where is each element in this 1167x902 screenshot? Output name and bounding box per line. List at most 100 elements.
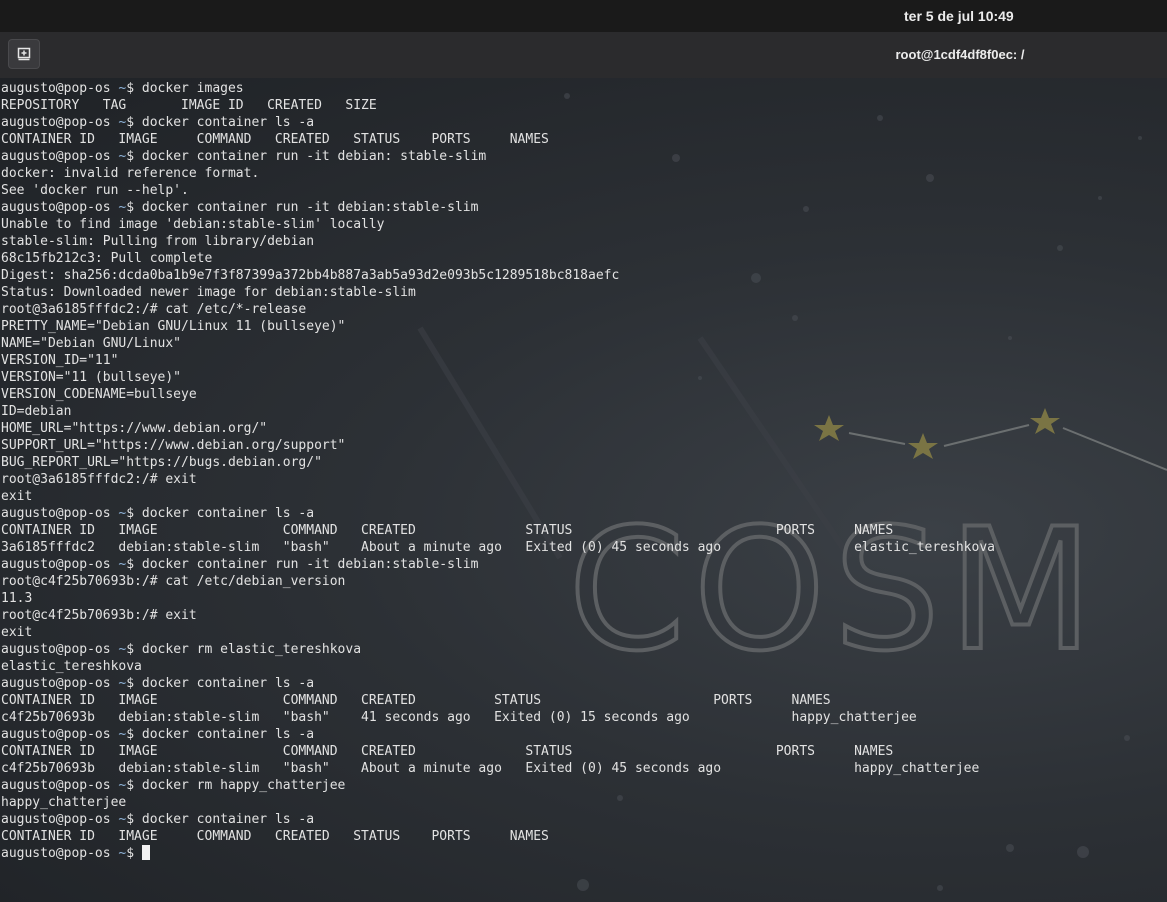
prompt-symbol: $	[126, 642, 135, 657]
output-text: docker: invalid reference format.	[1, 166, 260, 181]
prompt-symbol: $	[126, 81, 135, 96]
prompt-symbol: $	[126, 506, 135, 521]
command-text: docker container ls -a	[141, 727, 315, 742]
prompt-user-host: augusto@pop-os	[1, 557, 111, 572]
terminal-output-line: stable-slim: Pulling from library/debian	[1, 233, 995, 250]
prompt-user-host: augusto@pop-os	[1, 115, 111, 130]
terminal-output-line: CONTAINER ID IMAGE COMMAND CREATED STATU…	[1, 131, 995, 148]
text-cursor	[141, 845, 150, 860]
command-text: docker container ls -a	[141, 115, 315, 130]
command-text: docker images	[141, 81, 244, 96]
prompt-user-host: augusto@pop-os	[1, 846, 111, 861]
prompt-symbol: $	[126, 149, 135, 164]
new-tab-button[interactable]	[8, 39, 40, 69]
output-text: root@3a6185fffdc2:/# cat /etc/*-release	[1, 302, 307, 317]
prompt-symbol: $	[126, 115, 135, 130]
terminal-output-line: Unable to find image 'debian:stable-slim…	[1, 216, 995, 233]
terminal-output-line: VERSION="11 (bullseye)"	[1, 369, 995, 386]
terminal-output-line: CONTAINER ID IMAGE COMMAND CREATED STATU…	[1, 692, 995, 709]
output-text: HOME_URL="https://www.debian.org/"	[1, 421, 268, 436]
prompt-symbol: $	[126, 812, 135, 827]
output-text: ID=debian	[1, 404, 72, 419]
prompt-user-host: augusto@pop-os	[1, 149, 111, 164]
terminal-output-line: REPOSITORY TAG IMAGE ID CREATED SIZE	[1, 97, 995, 114]
output-text: REPOSITORY TAG IMAGE ID CREATED SIZE	[1, 98, 377, 113]
prompt-user-host: augusto@pop-os	[1, 778, 111, 793]
prompt-user-host: augusto@pop-os	[1, 812, 111, 827]
output-text: happy_chatterjee	[1, 795, 127, 810]
terminal-output-line: CONTAINER ID IMAGE COMMAND CREATED STATU…	[1, 743, 995, 760]
clock[interactable]: ter 5 de jul 10:49	[904, 8, 1014, 24]
command-text: docker rm happy_chatterjee	[141, 778, 346, 793]
output-text: c4f25b70693b debian:stable-slim "bash" 4…	[1, 710, 917, 725]
terminal-output-line: exit	[1, 624, 995, 641]
prompt-user-host: augusto@pop-os	[1, 506, 111, 521]
output-text: CONTAINER ID IMAGE COMMAND CREATED STATU…	[1, 693, 831, 708]
terminal-command-line: augusto@pop-os ~$	[1, 845, 995, 862]
terminal-lines: augusto@pop-os ~$ docker images REPOSITOR…	[1, 80, 995, 862]
prompt-user-host: augusto@pop-os	[1, 727, 111, 742]
output-text: PRETTY_NAME="Debian GNU/Linux 11 (bullse…	[1, 319, 346, 334]
terminal-output-line: exit	[1, 488, 995, 505]
terminal-output-line: Digest: sha256:dcda0ba1b9e7f3f87399a372b…	[1, 267, 995, 284]
prompt-symbol: $	[126, 778, 135, 793]
terminal-output-line: 68c15fb212c3: Pull complete	[1, 250, 995, 267]
terminal-output-line: docker: invalid reference format.	[1, 165, 995, 182]
output-text: elastic_tereshkova	[1, 659, 142, 674]
terminal-command-line: augusto@pop-os ~$ docker container ls -a	[1, 811, 995, 828]
output-text: exit	[1, 625, 33, 640]
terminal-command-line: augusto@pop-os ~$ docker container ls -a	[1, 114, 995, 131]
terminal-command-line: augusto@pop-os ~$ docker container run -…	[1, 148, 995, 165]
terminal-output-line: SUPPORT_URL="https://www.debian.org/supp…	[1, 437, 995, 454]
output-text: BUG_REPORT_URL="https://bugs.debian.org/…	[1, 455, 322, 470]
terminal-output-line: CONTAINER ID IMAGE COMMAND CREATED STATU…	[1, 828, 995, 845]
output-text: Unable to find image 'debian:stable-slim…	[1, 217, 385, 232]
output-text: 68c15fb212c3: Pull complete	[1, 251, 213, 266]
terminal-command-line: augusto@pop-os ~$ docker rm happy_chatte…	[1, 777, 995, 794]
output-text: 11.3	[1, 591, 33, 606]
terminal-output-line: HOME_URL="https://www.debian.org/"	[1, 420, 995, 437]
terminal-output-line: See 'docker run --help'.	[1, 182, 995, 199]
output-text: CONTAINER ID IMAGE COMMAND CREATED STATU…	[1, 523, 894, 538]
prompt-user-host: augusto@pop-os	[1, 81, 111, 96]
command-text: docker container run -it debian:stable-s…	[141, 557, 479, 572]
terminal-output-line: VERSION_CODENAME=bullseye	[1, 386, 995, 403]
prompt-symbol: $	[126, 557, 135, 572]
output-text: VERSION="11 (bullseye)"	[1, 370, 182, 385]
terminal-title-bar: root@1cdf4df8f0ec: /	[0, 32, 1167, 79]
output-text: c4f25b70693b debian:stable-slim "bash" A…	[1, 761, 980, 776]
prompt-symbol: $	[126, 200, 135, 215]
command-text: docker container run -it debian:stable-s…	[141, 200, 479, 215]
prompt-symbol: $	[126, 846, 135, 861]
output-text: CONTAINER ID IMAGE COMMAND CREATED STATU…	[1, 744, 894, 759]
command-text: docker container ls -a	[141, 506, 315, 521]
output-text: root@3a6185fffdc2:/# exit	[1, 472, 197, 487]
window-title: root@1cdf4df8f0ec: /	[895, 47, 1025, 62]
terminal-output-line: 3a6185fffdc2 debian:stable-slim "bash" A…	[1, 539, 995, 556]
output-text: Digest: sha256:dcda0ba1b9e7f3f87399a372b…	[1, 268, 620, 283]
terminal-output-line: root@3a6185fffdc2:/# exit	[1, 471, 995, 488]
terminal-output-line: Status: Downloaded newer image for debia…	[1, 284, 995, 301]
terminal-command-line: augusto@pop-os ~$ docker container ls -a	[1, 505, 995, 522]
terminal-output-line: VERSION_ID="11"	[1, 352, 995, 369]
terminal-output-line: 11.3	[1, 590, 995, 607]
output-text: SUPPORT_URL="https://www.debian.org/supp…	[1, 438, 346, 453]
new-tab-icon	[17, 47, 31, 61]
output-text: Status: Downloaded newer image for debia…	[1, 285, 416, 300]
terminal-output-line: BUG_REPORT_URL="https://bugs.debian.org/…	[1, 454, 995, 471]
terminal-command-line: augusto@pop-os ~$ docker container run -…	[1, 199, 995, 216]
command-text: docker container run -it debian: stable-…	[141, 149, 487, 164]
terminal-output-line: root@3a6185fffdc2:/# cat /etc/*-release	[1, 301, 995, 318]
terminal-command-line: augusto@pop-os ~$ docker container run -…	[1, 556, 995, 573]
terminal-output-line: root@c4f25b70693b:/# cat /etc/debian_ver…	[1, 573, 995, 590]
output-text: CONTAINER ID IMAGE COMMAND CREATED STATU…	[1, 132, 549, 147]
terminal-output-area[interactable]: COSM augusto@pop-os ~$ docker images REPO…	[0, 78, 1167, 902]
prompt-symbol: $	[126, 727, 135, 742]
terminal-output-line: root@c4f25b70693b:/# exit	[1, 607, 995, 624]
output-text: stable-slim: Pulling from library/debian	[1, 234, 315, 249]
terminal-output-line: happy_chatterjee	[1, 794, 995, 811]
terminal-output-line: c4f25b70693b debian:stable-slim "bash" 4…	[1, 709, 995, 726]
output-text: exit	[1, 489, 33, 504]
command-text: docker rm elastic_tereshkova	[141, 642, 362, 657]
terminal-output-line: elastic_tereshkova	[1, 658, 995, 675]
